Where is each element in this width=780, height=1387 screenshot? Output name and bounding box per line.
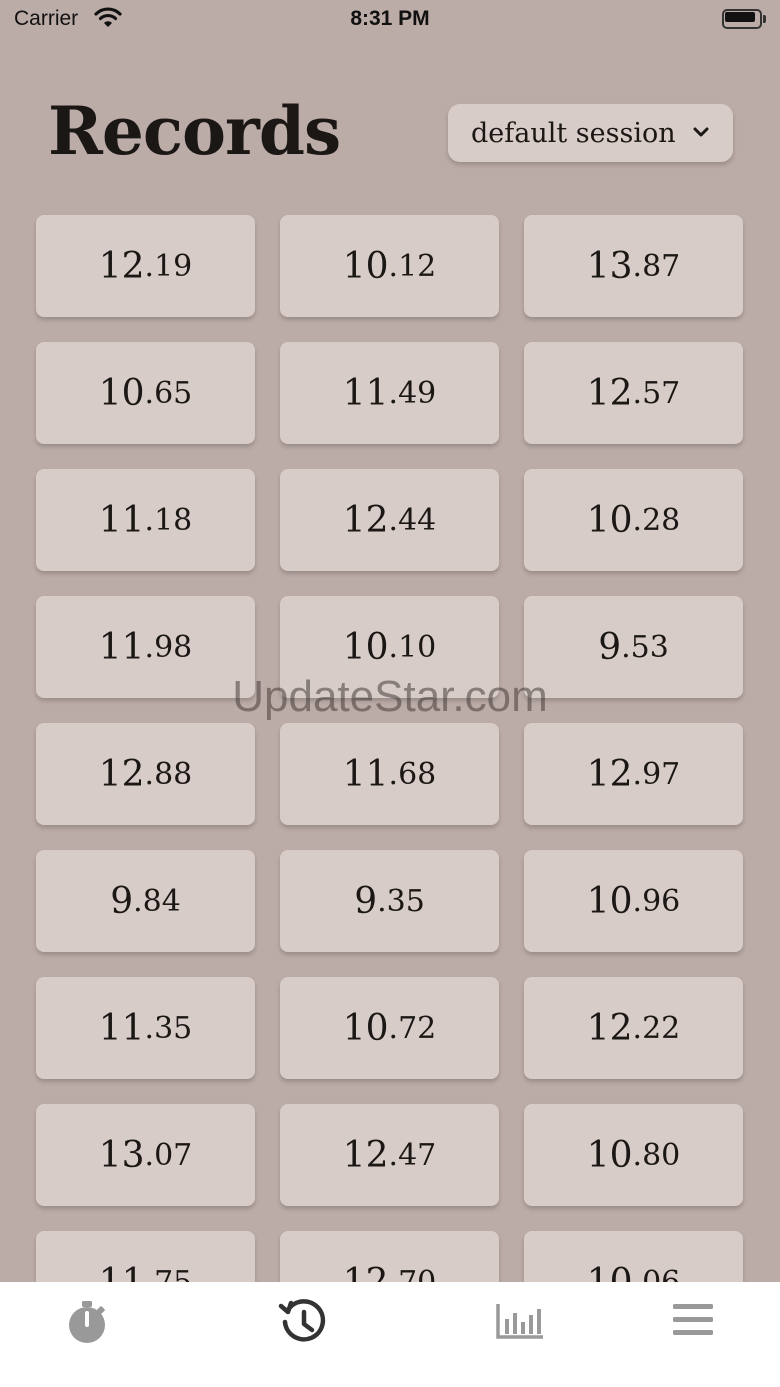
record-fraction: .35 bbox=[144, 1010, 193, 1046]
record-seconds: 10 bbox=[342, 245, 389, 287]
record-seconds: 11 bbox=[98, 1261, 145, 1283]
record-seconds: 12 bbox=[98, 245, 145, 287]
tab-timer[interactable] bbox=[57, 1294, 117, 1344]
record-fraction: .65 bbox=[144, 375, 193, 411]
tab-stats[interactable] bbox=[490, 1294, 550, 1344]
record-card[interactable]: 10.28 bbox=[524, 469, 743, 571]
record-seconds: 12 bbox=[586, 372, 633, 414]
record-fraction: .18 bbox=[144, 502, 193, 538]
session-dropdown[interactable]: default session bbox=[448, 104, 733, 162]
record-fraction: .47 bbox=[388, 1137, 437, 1173]
record-fraction: .10 bbox=[388, 629, 437, 665]
record-fraction: .97 bbox=[632, 756, 681, 792]
record-fraction: .44 bbox=[388, 502, 437, 538]
record-card[interactable]: 11.35 bbox=[36, 977, 255, 1079]
record-card[interactable]: 10.96 bbox=[524, 850, 743, 952]
record-card[interactable]: 11.98 bbox=[36, 596, 255, 698]
record-seconds: 12 bbox=[98, 753, 145, 795]
record-seconds: 12 bbox=[586, 1007, 633, 1049]
record-seconds: 10 bbox=[586, 880, 633, 922]
record-card[interactable]: 12.44 bbox=[280, 469, 499, 571]
record-seconds: 10 bbox=[586, 1261, 633, 1283]
record-seconds: 10 bbox=[586, 1134, 633, 1176]
record-fraction: .80 bbox=[632, 1137, 681, 1173]
record-fraction: .07 bbox=[144, 1137, 193, 1173]
record-card[interactable]: 12.19 bbox=[36, 215, 255, 317]
record-fraction: .35 bbox=[377, 883, 425, 919]
record-seconds: 11 bbox=[98, 499, 145, 541]
record-card[interactable]: 10.65 bbox=[36, 342, 255, 444]
record-seconds: 11 bbox=[98, 1007, 145, 1049]
record-seconds: 10 bbox=[98, 372, 145, 414]
record-card[interactable]: 10.12 bbox=[280, 215, 499, 317]
record-card[interactable]: 12.97 bbox=[524, 723, 743, 825]
record-fraction: .70 bbox=[388, 1264, 437, 1283]
record-fraction: .84 bbox=[133, 883, 181, 919]
record-fraction: .98 bbox=[144, 629, 193, 665]
record-seconds: 13 bbox=[98, 1134, 145, 1176]
record-card[interactable]: 10.80 bbox=[524, 1104, 743, 1206]
page-title: Records bbox=[48, 92, 341, 170]
chevron-down-icon bbox=[693, 127, 709, 137]
record-fraction: .68 bbox=[388, 756, 437, 792]
record-seconds: 12 bbox=[342, 1134, 389, 1176]
record-card[interactable]: 9.35 bbox=[280, 850, 499, 952]
record-fraction: .19 bbox=[144, 248, 193, 284]
record-fraction: .22 bbox=[632, 1010, 681, 1046]
record-card[interactable]: 13.07 bbox=[36, 1104, 255, 1206]
record-card[interactable]: 12.22 bbox=[524, 977, 743, 1079]
record-seconds: 10 bbox=[586, 499, 633, 541]
record-fraction: .72 bbox=[388, 1010, 437, 1046]
record-card[interactable]: 13.87 bbox=[524, 215, 743, 317]
record-card[interactable]: 11.18 bbox=[36, 469, 255, 571]
record-card[interactable]: 12.70 bbox=[280, 1231, 499, 1282]
record-fraction: .57 bbox=[632, 375, 681, 411]
record-card[interactable]: 9.84 bbox=[36, 850, 255, 952]
record-seconds: 13 bbox=[586, 245, 633, 287]
record-card[interactable]: 9.53 bbox=[524, 596, 743, 698]
stopwatch-icon bbox=[69, 1301, 105, 1343]
record-seconds: 9 bbox=[354, 880, 378, 922]
history-icon bbox=[278, 1299, 326, 1342]
menu-icon bbox=[673, 1304, 713, 1335]
record-card[interactable]: 12.57 bbox=[524, 342, 743, 444]
record-card[interactable]: 10.72 bbox=[280, 977, 499, 1079]
record-seconds: 9 bbox=[598, 626, 622, 668]
record-card[interactable]: 12.47 bbox=[280, 1104, 499, 1206]
tab-history[interactable] bbox=[274, 1294, 334, 1344]
record-card[interactable]: 11.75 bbox=[36, 1231, 255, 1282]
record-seconds: 12 bbox=[342, 1261, 389, 1283]
record-card[interactable]: 11.68 bbox=[280, 723, 499, 825]
record-seconds: 12 bbox=[342, 499, 389, 541]
record-seconds: 9 bbox=[110, 880, 134, 922]
record-seconds: 10 bbox=[342, 1007, 389, 1049]
record-seconds: 11 bbox=[342, 753, 389, 795]
record-seconds: 10 bbox=[342, 626, 389, 668]
record-fraction: .53 bbox=[621, 629, 669, 665]
session-dropdown-value: default session bbox=[471, 117, 676, 149]
record-fraction: .75 bbox=[144, 1264, 193, 1283]
record-fraction: .87 bbox=[632, 248, 681, 284]
record-card[interactable]: 10.10 bbox=[280, 596, 499, 698]
tab-menu[interactable] bbox=[663, 1294, 723, 1344]
record-fraction: .88 bbox=[144, 756, 193, 792]
record-fraction: .28 bbox=[632, 502, 681, 538]
record-fraction: .49 bbox=[388, 375, 437, 411]
record-card[interactable]: 10.06 bbox=[524, 1231, 743, 1282]
records-grid: 12.19 10.12 13.87 10.65 11.49 12.57 11.18 12.44… bbox=[0, 0, 780, 1282]
record-seconds: 12 bbox=[586, 753, 633, 795]
bar-chart-icon bbox=[496, 1304, 543, 1339]
record-card[interactable]: 11.49 bbox=[280, 342, 499, 444]
record-fraction: .12 bbox=[388, 248, 437, 284]
record-card[interactable]: 12.88 bbox=[36, 723, 255, 825]
record-fraction: .06 bbox=[632, 1264, 681, 1283]
tab-bar bbox=[0, 1282, 780, 1387]
record-seconds: 11 bbox=[342, 372, 389, 414]
record-seconds: 11 bbox=[98, 626, 145, 668]
record-fraction: .96 bbox=[632, 883, 681, 919]
